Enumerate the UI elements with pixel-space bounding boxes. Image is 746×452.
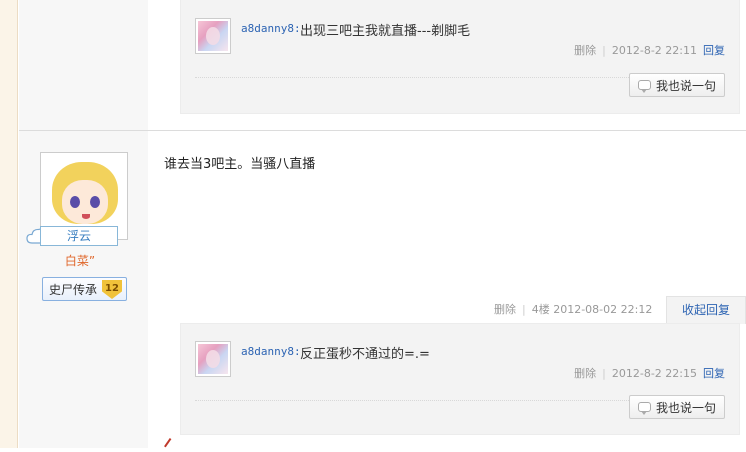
reply-meta: 删除 | 2012-8-2 22:11 回复: [574, 42, 725, 58]
reply-time: 2012-8-2 22:15: [611, 367, 697, 380]
avatar-image: [198, 344, 228, 374]
post-time: 2012-08-02 22:12: [553, 303, 653, 316]
reply-box: a8danny8: 出现三吧主我就直播---剃脚毛 删除 | 2012-8-2 22…: [180, 0, 740, 114]
avatar-mouth: [82, 214, 90, 219]
reply-meta: 删除 | 2012-8-2 22:15 回复: [574, 365, 725, 381]
avatar-image: [44, 156, 124, 236]
say-something-button[interactable]: 我也说一句: [629, 395, 725, 419]
divider: |: [522, 303, 526, 316]
avatar-image: [198, 21, 228, 51]
reply-time: 2012-8-2 22:11: [611, 44, 697, 57]
reply-item: a8danny8: 出现三吧主我就直播---剃脚毛 删除 | 2012-8-2 22…: [195, 18, 725, 78]
delete-link[interactable]: 删除: [494, 303, 516, 316]
post-content: 谁去当3吧主。当骚八直播: [164, 157, 316, 172]
reply-link[interactable]: 回复: [703, 367, 725, 380]
author-column: [19, 0, 148, 130]
say-something-label: 我也说一句: [655, 78, 716, 93]
reply-box: a8danny8: 反正蛋秒不通过的=.= 删除 | 2012-8-2 22:15 回…: [180, 323, 740, 435]
reply-text: 出现三吧主我就直播---剃脚毛: [300, 24, 471, 39]
reply-username[interactable]: a8danny8:: [241, 22, 301, 35]
reply-avatar[interactable]: [195, 341, 231, 377]
post-meta: 删除 | 4楼 2012-08-02 22:12: [494, 301, 652, 317]
member-badge[interactable]: 史尸传承 12: [42, 277, 127, 301]
collapse-replies-tab[interactable]: 收起回复: [666, 296, 746, 324]
reply-username[interactable]: a8danny8:: [241, 345, 301, 358]
reply-item: a8danny8: 反正蛋秒不通过的=.= 删除 | 2012-8-2 22:15 回…: [195, 341, 725, 401]
comment-bubble-icon: [637, 402, 651, 415]
divider: |: [602, 367, 606, 380]
reply-text: 反正蛋秒不通过的=.=: [300, 347, 430, 362]
reply-avatar[interactable]: [195, 18, 231, 54]
shield-level-icon: 12: [102, 280, 122, 299]
delete-link[interactable]: 删除: [574, 44, 596, 57]
badge-label: 史尸传承: [49, 282, 98, 297]
pencil-icon: [164, 438, 178, 452]
say-something-button[interactable]: 我也说一句: [629, 73, 725, 97]
avatar-eye: [70, 196, 80, 208]
floor-number: 4楼: [531, 303, 550, 316]
reply-link[interactable]: 回复: [703, 44, 725, 57]
say-something-label: 我也说一句: [655, 400, 716, 415]
comment-bubble-icon: [637, 80, 651, 93]
avatar-eye: [90, 196, 100, 208]
delete-link[interactable]: 删除: [574, 367, 596, 380]
left-margin-strip: [0, 0, 18, 448]
divider: |: [602, 44, 606, 57]
author-username[interactable]: 白菜”: [40, 252, 120, 269]
level-badge[interactable]: 浮云: [40, 226, 118, 246]
